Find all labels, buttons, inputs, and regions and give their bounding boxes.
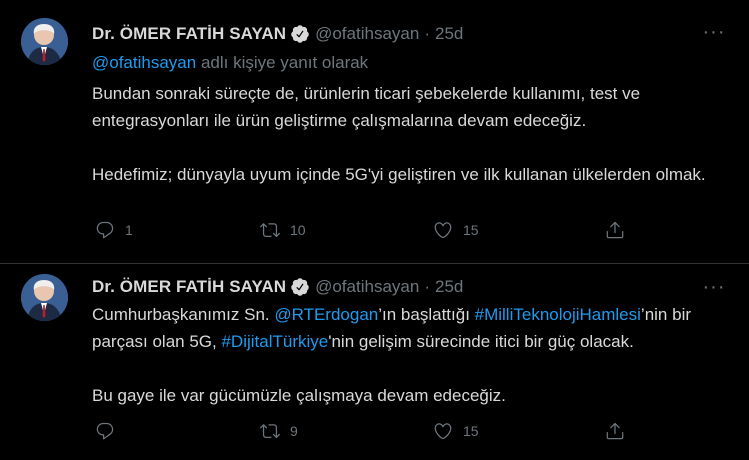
- like-count: 15: [463, 222, 479, 238]
- hashtag-link[interactable]: #DijitalTürkiye: [221, 332, 328, 351]
- like-button[interactable]: 15: [433, 220, 479, 240]
- verified-badge-icon: [290, 24, 310, 44]
- reply-to-mention[interactable]: @ofatihsayan: [92, 53, 196, 72]
- like-count: 15: [463, 423, 479, 439]
- tweet-paragraph: Bundan sonraki süreçte de, ürünlerin tic…: [92, 84, 641, 130]
- author-handle[interactable]: @ofatihsayan: [315, 277, 419, 297]
- reply-button[interactable]: 1: [95, 220, 133, 240]
- hashtag-link[interactable]: #MilliTeknolojiHamlesi: [475, 305, 641, 324]
- tweet-paragraph: Hedefimiz; dünyayla uyum içinde 5G'yi ge…: [92, 165, 706, 184]
- tweet-actions: 1 10 15: [95, 220, 635, 244]
- share-button[interactable]: [605, 220, 625, 240]
- share-button[interactable]: [605, 421, 625, 441]
- avatar[interactable]: [21, 274, 68, 321]
- avatar-image: [21, 274, 68, 321]
- avatar-image: [21, 18, 68, 65]
- mention-link[interactable]: @RTErdogan: [274, 305, 378, 324]
- tweet-text: Bundan sonraki süreçte de, ürünlerin tic…: [92, 80, 722, 188]
- separator-dot: ·: [424, 24, 430, 43]
- tweet-header: Dr. ÖMER FATİH SAYAN @ofatihsayan · 25d: [92, 276, 463, 298]
- author-name[interactable]: Dr. ÖMER FATİH SAYAN: [92, 24, 286, 44]
- tweet-time[interactable]: 25d: [435, 277, 463, 297]
- tweet-paragraph: Cumhurbaşkanımız Sn. @RTErdogan’ın başla…: [92, 301, 722, 355]
- like-icon: [434, 222, 452, 239]
- reply-count: 1: [125, 222, 133, 238]
- author-handle[interactable]: @ofatihsayan: [315, 24, 419, 44]
- verified-badge-icon: [290, 277, 310, 297]
- text-segment: ’ın başlattığı: [378, 305, 475, 324]
- author-name[interactable]: Dr. ÖMER FATİH SAYAN: [92, 277, 286, 297]
- retweet-icon: [260, 424, 280, 439]
- reply-to-line: @ofatihsayan adlı kişiye yanıt olarak: [92, 53, 368, 73]
- avatar[interactable]: [21, 18, 68, 65]
- tweet-paragraph: Bu gaye ile var gücümüzle çalışmaya deva…: [92, 386, 506, 405]
- text-segment: 'nin gelişim sürecinde itici bir güç ola…: [328, 332, 634, 351]
- more-icon[interactable]: ···: [702, 21, 726, 43]
- tweet-actions: 9 15: [95, 421, 635, 445]
- tweet-time[interactable]: 25d: [435, 24, 463, 44]
- tweet-header: Dr. ÖMER FATİH SAYAN @ofatihsayan · 25d: [92, 23, 463, 45]
- share-icon: [606, 422, 624, 440]
- separator-dot: ·: [424, 277, 430, 296]
- retweet-count: 10: [290, 222, 306, 238]
- retweet-icon: [260, 223, 280, 238]
- more-icon[interactable]: ···: [702, 276, 726, 298]
- reply-button[interactable]: [95, 421, 115, 441]
- like-icon: [434, 423, 452, 440]
- retweet-button[interactable]: 10: [260, 220, 306, 240]
- reply-icon: [96, 221, 114, 239]
- retweet-count: 9: [290, 423, 298, 439]
- reply-icon: [96, 422, 114, 440]
- reply-to-suffix: adlı kişiye yanıt olarak: [196, 53, 369, 72]
- share-icon: [606, 221, 624, 239]
- retweet-button[interactable]: 9: [260, 421, 298, 441]
- tweet-text: Cumhurbaşkanımız Sn. @RTErdogan’ın başla…: [92, 301, 722, 409]
- tweet-1[interactable]: Dr. ÖMER FATİH SAYAN @ofatihsayan · 25d …: [0, 0, 749, 263]
- tweet-2[interactable]: Dr. ÖMER FATİH SAYAN @ofatihsayan · 25d …: [0, 264, 749, 460]
- like-button[interactable]: 15: [433, 421, 479, 441]
- text-segment: Cumhurbaşkanımız Sn.: [92, 305, 275, 324]
